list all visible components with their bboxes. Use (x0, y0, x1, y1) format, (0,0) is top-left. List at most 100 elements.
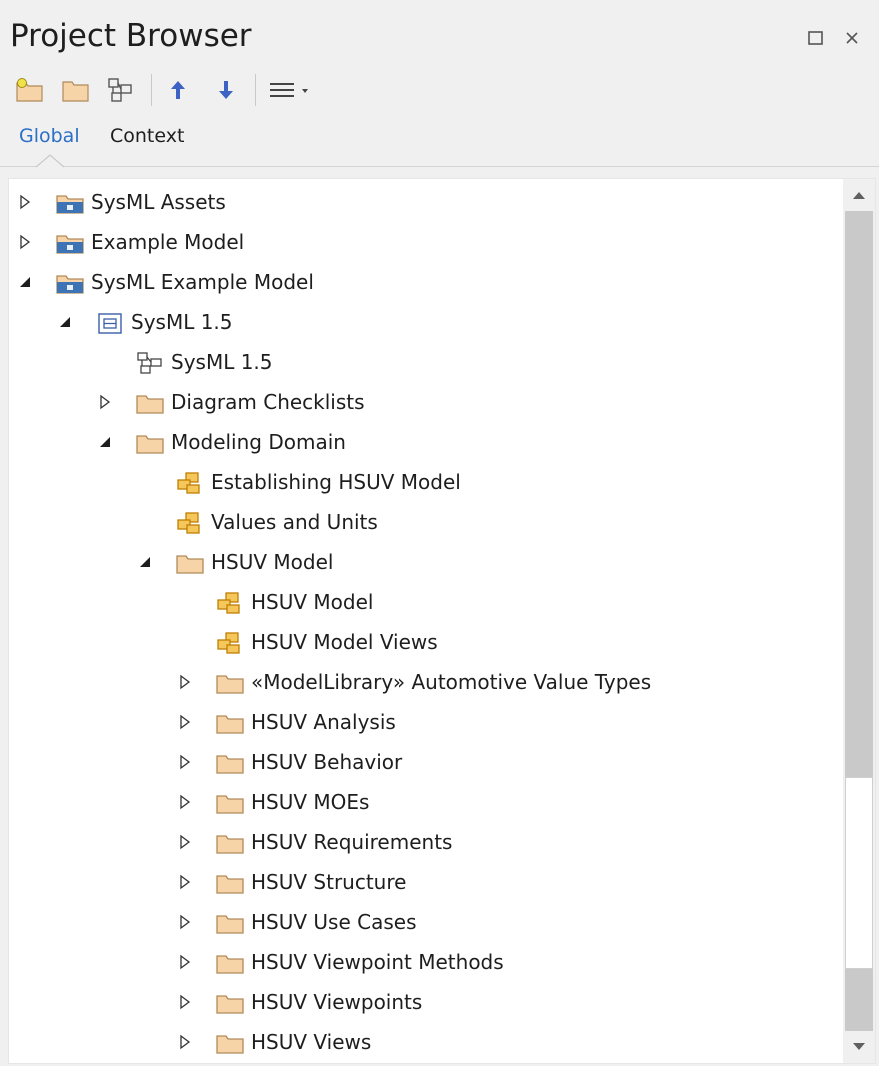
tree-row[interactable]: Diagram Checklists (9, 382, 843, 422)
tree-row[interactable]: HSUV Viewpoints (9, 982, 843, 1022)
tree-item-label: SysML 1.5 (131, 310, 233, 334)
expand-arrow-icon[interactable] (177, 754, 193, 770)
tree-row[interactable]: HSUV Model (9, 582, 843, 622)
folder-icon (136, 395, 164, 414)
expand-arrow-icon[interactable] (17, 234, 33, 250)
tree-row[interactable]: HSUV Model (9, 542, 843, 582)
tab-divider (0, 166, 879, 167)
title-bar: Project Browser (0, 0, 879, 62)
folder-icon (216, 995, 244, 1014)
tree-row[interactable]: SysML 1.5 (9, 302, 843, 342)
project-tree[interactable]: HSUV Views HSUV Viewpoints HSUV Viewpoint … (8, 178, 876, 1064)
collapse-arrow-icon[interactable] (17, 274, 33, 290)
tree-item-label: HSUV Model (211, 550, 334, 574)
tree-row[interactable]: HSUV Views (9, 1022, 843, 1062)
expand-arrow-icon[interactable] (177, 914, 193, 930)
new-model-button[interactable] (12, 72, 48, 108)
expand-arrow-icon[interactable] (177, 994, 193, 1010)
folder-icon (216, 675, 244, 694)
tree-row[interactable]: SysML Assets (9, 182, 843, 222)
tree-row[interactable]: SysML 1.5 (9, 342, 843, 382)
model-root-icon (56, 195, 84, 214)
tree-row[interactable]: Example Model (9, 222, 843, 262)
expand-arrow-icon[interactable] (177, 1034, 193, 1050)
tree-item-label: HSUV Analysis (251, 710, 396, 734)
tree-row[interactable]: HSUV Behavior (9, 742, 843, 782)
panel-title: Project Browser (10, 18, 252, 54)
expand-arrow-icon[interactable] (17, 194, 33, 210)
new-package-button[interactable] (58, 72, 94, 108)
menu-button[interactable] (264, 72, 328, 108)
new-package-icon (62, 81, 89, 102)
tree-item-label: HSUV Model Views (251, 630, 438, 654)
tree-item-label: HSUV Model (251, 590, 374, 614)
folder-icon (216, 835, 244, 854)
tree-row[interactable]: «ModelLibrary» Automotive Value Types (9, 662, 843, 702)
tree-row[interactable]: SysML Example Model (9, 262, 843, 302)
move-up-button[interactable] (160, 72, 196, 108)
collapse-arrow-icon[interactable] (97, 434, 113, 450)
project-browser-panel: Project Browser Global Context HSUV View… (0, 0, 879, 1066)
expand-arrow-icon[interactable] (97, 394, 113, 410)
tree-item-label: Diagram Checklists (171, 390, 365, 414)
folder-icon (216, 1035, 244, 1054)
folder-icon (136, 435, 164, 454)
tree-item-label: HSUV Requirements (251, 830, 453, 854)
tree-row[interactable]: HSUV Analysis (9, 702, 843, 742)
scroll-thumb[interactable] (845, 777, 873, 969)
folder-icon (216, 875, 244, 894)
toolbar (0, 62, 879, 118)
tree-item-label: HSUV Structure (251, 870, 407, 894)
tab-context[interactable]: Context (110, 122, 184, 150)
tree-row[interactable]: HSUV Requirements (9, 822, 843, 862)
expand-arrow-icon[interactable] (177, 954, 193, 970)
diagram-icon (137, 352, 162, 374)
toolbar-separator (151, 74, 152, 106)
tree-row[interactable]: HSUV Structure (9, 862, 843, 902)
tree-row[interactable]: HSUV Use Cases (9, 902, 843, 942)
tree-item-label: HSUV Viewpoint Methods (251, 950, 504, 974)
scroll-track[interactable] (845, 969, 873, 1031)
close-button[interactable] (840, 26, 864, 50)
expand-arrow-icon[interactable] (177, 834, 193, 850)
tree-row[interactable]: Establishing HSUV Model (9, 462, 843, 502)
folder-icon (216, 795, 244, 814)
collapse-arrow-icon[interactable] (57, 314, 73, 330)
package-view-icon (98, 313, 122, 334)
scroll-up-button[interactable] (843, 179, 875, 211)
package-diagram-icon (177, 512, 200, 534)
active-tab-caret-icon (36, 154, 64, 168)
browser-tabs: Global Context (0, 118, 879, 168)
expand-arrow-icon[interactable] (177, 714, 193, 730)
folder-icon (216, 715, 244, 734)
folder-icon (176, 555, 204, 574)
collapse-arrow-icon[interactable] (137, 554, 153, 570)
maximize-button[interactable] (804, 26, 828, 50)
tree-item-label: HSUV MOEs (251, 790, 370, 814)
tree-row[interactable]: Values and Units (9, 502, 843, 542)
package-diagram-icon (177, 472, 200, 494)
new-model-icon (16, 78, 43, 102)
expand-arrow-icon[interactable] (177, 794, 193, 810)
tab-global[interactable]: Global (19, 122, 80, 150)
tree-row[interactable]: HSUV MOEs (9, 782, 843, 822)
new-diagram-button[interactable] (102, 72, 138, 108)
scroll-down-button[interactable] (843, 1031, 875, 1063)
scroll-up-icon (853, 192, 865, 199)
expand-arrow-icon[interactable] (177, 874, 193, 890)
tree-row[interactable]: Modeling Domain (9, 422, 843, 462)
new-diagram-icon (108, 78, 132, 102)
tree-item-label: SysML Assets (91, 190, 226, 214)
tree-row[interactable]: HSUV Viewpoint Methods (9, 942, 843, 982)
tree-item-label: Example Model (91, 230, 245, 254)
move-down-button[interactable] (208, 72, 244, 108)
move-up-icon (171, 81, 185, 99)
scroll-track[interactable] (845, 211, 873, 777)
tree-row[interactable]: HSUV Model Views (9, 622, 843, 662)
tree-item-label: SysML 1.5 (171, 350, 273, 374)
tree-item-label: Modeling Domain (171, 430, 346, 454)
expand-arrow-icon[interactable] (177, 674, 193, 690)
folder-icon (216, 755, 244, 774)
package-diagram-icon (217, 592, 240, 614)
vertical-scrollbar[interactable] (843, 179, 875, 1063)
